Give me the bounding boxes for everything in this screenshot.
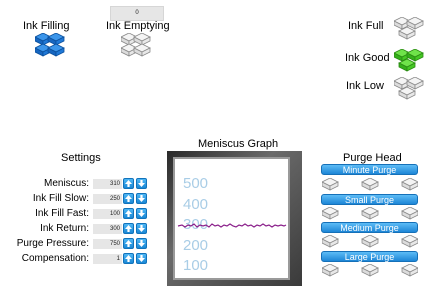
setting-value-field[interactable]: 300 xyxy=(93,224,122,234)
arrow-up-icon xyxy=(125,240,132,247)
minute-purge-button[interactable]: Minute Purge xyxy=(321,164,418,175)
increment-up-button[interactable] xyxy=(123,223,134,234)
setting-row-ink-return: Ink Return: 300 xyxy=(0,223,160,235)
ink-full-indicator xyxy=(394,17,424,41)
purge-indicators-row xyxy=(322,264,418,277)
settings-title: Settings xyxy=(61,152,101,164)
arrow-down-icon xyxy=(138,225,145,232)
decrement-down-button[interactable] xyxy=(136,178,147,189)
setting-value-field[interactable]: 750 xyxy=(93,239,122,249)
graph-title: Meniscus Graph xyxy=(198,138,279,150)
ink-good-indicator xyxy=(394,49,424,73)
arrow-down-icon xyxy=(138,180,145,187)
ink-counter: 0 xyxy=(110,6,164,21)
ink-full-label: Ink Full xyxy=(348,20,384,32)
ink-low-label: Ink Low xyxy=(346,80,384,92)
purge-indicators-row xyxy=(322,178,418,191)
increment-up-button[interactable] xyxy=(123,238,134,249)
ink-filling-label: Ink Filling xyxy=(23,20,70,32)
setting-label: Purge Pressure: xyxy=(16,238,89,249)
decrement-down-button[interactable] xyxy=(136,238,147,249)
arrow-down-icon xyxy=(138,255,145,262)
meniscus-trace xyxy=(177,223,287,228)
setting-value-field[interactable]: 1 xyxy=(93,254,122,264)
ink-filling-indicator xyxy=(35,33,65,58)
purge-head-title: Purge Head xyxy=(343,152,402,164)
ink-low-indicator xyxy=(394,77,424,101)
purge-indicators-row xyxy=(322,207,418,220)
large-purge-button[interactable]: Large Purge xyxy=(321,251,418,262)
arrow-down-icon xyxy=(138,240,145,247)
increment-up-button[interactable] xyxy=(123,193,134,204)
small-purge-button[interactable]: Small Purge xyxy=(321,194,418,205)
setting-row-meniscus: Meniscus: 310 xyxy=(0,178,160,190)
purge-indicators-row xyxy=(322,235,418,248)
medium-purge-button[interactable]: Medium Purge xyxy=(321,222,418,233)
meniscus-graph-plot: 500 400 300 200 100 xyxy=(173,157,290,280)
decrement-down-button[interactable] xyxy=(136,253,147,264)
ink-good-label: Ink Good xyxy=(345,52,390,64)
decrement-down-button[interactable] xyxy=(136,223,147,234)
arrow-up-icon xyxy=(125,255,132,262)
arrow-up-icon xyxy=(125,195,132,202)
arrow-up-icon xyxy=(125,225,132,232)
meniscus-graph-frame: 500 400 300 200 100 xyxy=(167,151,302,286)
setting-value-field[interactable]: 100 xyxy=(93,209,122,219)
increment-up-button[interactable] xyxy=(123,178,134,189)
arrow-up-icon xyxy=(125,210,132,217)
setting-label: Compensation: xyxy=(21,253,89,264)
setting-value-field[interactable]: 310 xyxy=(93,179,122,189)
decrement-down-button[interactable] xyxy=(136,208,147,219)
arrow-down-icon xyxy=(138,210,145,217)
setting-row-ink-fill-fast: Ink Fill Fast: 100 xyxy=(0,208,160,220)
arrow-up-icon xyxy=(125,180,132,187)
setting-row-ink-fill-slow: Ink Fill Slow: 250 xyxy=(0,193,160,205)
increment-up-button[interactable] xyxy=(123,208,134,219)
setting-label: Meniscus: xyxy=(43,178,89,189)
setting-label: Ink Return: xyxy=(40,223,89,234)
setting-label: Ink Fill Slow: xyxy=(32,193,89,204)
increment-up-button[interactable] xyxy=(123,253,134,264)
ink-emptying-indicator xyxy=(121,33,151,58)
decrement-down-button[interactable] xyxy=(136,193,147,204)
arrow-down-icon xyxy=(138,195,145,202)
setting-value-field[interactable]: 250 xyxy=(93,194,122,204)
setting-row-purge-pressure: Purge Pressure: 750 xyxy=(0,238,160,250)
setting-row-compensation: Compensation: 1 xyxy=(0,253,160,265)
setting-label: Ink Fill Fast: xyxy=(35,208,89,219)
ink-emptying-label: Ink Emptying xyxy=(106,20,170,32)
